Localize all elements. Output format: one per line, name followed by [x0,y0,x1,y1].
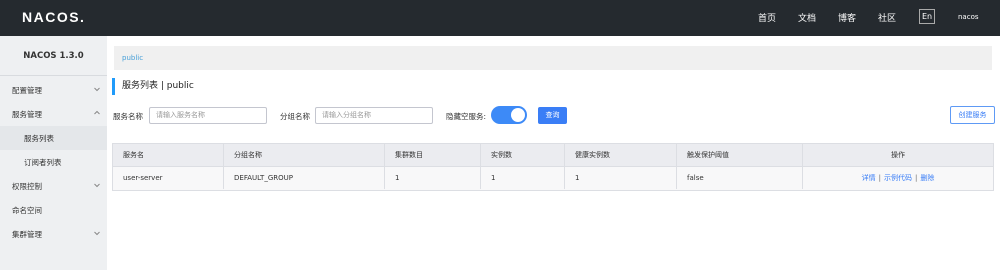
service-name-input[interactable]: 请输入服务名称 [149,107,267,124]
nav-docs[interactable]: 文档 [798,11,816,24]
sidebar-item-label: 命名空间 [12,206,42,215]
separator: | [915,174,918,182]
nav-blog[interactable]: 博客 [838,11,856,24]
service-name-label: 服务名称 [113,112,143,121]
delete-link[interactable]: 删除 [920,174,934,182]
sample-code-link[interactable]: 示例代码 [884,174,912,182]
table-row: user-server DEFAULT_GROUP 1 1 1 false 详情… [112,167,994,191]
column-header: 集群数目 [385,144,481,166]
column-header: 分组名称 [224,144,385,166]
page-title: 服务列表 | public [112,78,194,95]
sidebar-item-cluster-management[interactable]: 集群管理 [0,222,107,246]
chevron-up-icon [94,110,100,115]
sidebar-item-label: 权限控制 [12,182,42,191]
sidebar-item-label: 集群管理 [12,230,42,239]
column-header: 触发保护阈值 [677,144,803,166]
namespace-bar: public [114,46,992,70]
cell-healthy-instance-count: 1 [565,167,677,189]
cell-instance-count: 1 [481,167,565,189]
top-navbar: NACOS. 首页 文档 博客 社区 En nacos [0,0,1000,36]
sidebar-title: NACOS 1.3.0 [0,36,107,76]
cell-cluster-count: 1 [385,167,481,189]
separator: | [878,174,881,182]
cell-operations: 详情 | 示例代码 | 删除 [803,167,993,189]
hide-empty-label: 隐藏空服务: [446,112,487,121]
sidebar: NACOS 1.3.0 配置管理 服务管理 服务列表 订阅者列表 权限控制 命名… [0,36,107,270]
create-service-button[interactable]: 创建服务 [950,106,995,124]
column-header: 实例数 [481,144,565,166]
chevron-down-icon [94,87,100,92]
sidebar-item-label: 订阅者列表 [24,158,62,167]
toggle-knob [511,108,525,122]
sidebar-item-label: 服务列表 [24,134,54,143]
sidebar-item-subscriber-list[interactable]: 订阅者列表 [0,150,107,174]
chevron-down-icon [94,183,100,188]
table-header: 服务名 分组名称 集群数目 实例数 健康实例数 触发保护阈值 操作 [112,143,994,167]
query-button[interactable]: 查询 [538,107,567,124]
namespace-link-public[interactable]: public [122,54,143,62]
column-header: 健康实例数 [565,144,677,166]
nacos-logo[interactable]: NACOS. [22,9,85,25]
group-name-input[interactable]: 请输入分组名称 [315,107,433,124]
sidebar-item-label: 服务管理 [12,110,42,119]
cell-service-name: user-server [113,167,224,189]
sidebar-item-label: 配置管理 [12,86,42,95]
group-name-label: 分组名称 [280,112,310,121]
details-link[interactable]: 详情 [862,174,876,182]
user-name[interactable]: nacos [958,13,979,21]
column-header: 服务名 [113,144,224,166]
hide-empty-toggle[interactable] [491,106,527,124]
sidebar-item-namespace[interactable]: 命名空间 [0,198,107,222]
chevron-down-icon [94,231,100,236]
cell-group-name: DEFAULT_GROUP [224,167,385,189]
language-switch-button[interactable]: En [919,9,935,24]
sidebar-item-access-control[interactable]: 权限控制 [0,174,107,198]
cell-protect-threshold: false [677,167,803,189]
column-header: 操作 [891,151,905,159]
nav-home[interactable]: 首页 [758,11,776,24]
sidebar-item-service-management[interactable]: 服务管理 [0,102,107,126]
sidebar-item-config-management[interactable]: 配置管理 [0,78,107,102]
nav-community[interactable]: 社区 [878,11,896,24]
main-content: public 服务列表 | public 服务名称 请输入服务名称 分组名称 请… [107,36,1000,270]
sidebar-item-service-list[interactable]: 服务列表 [0,126,107,150]
